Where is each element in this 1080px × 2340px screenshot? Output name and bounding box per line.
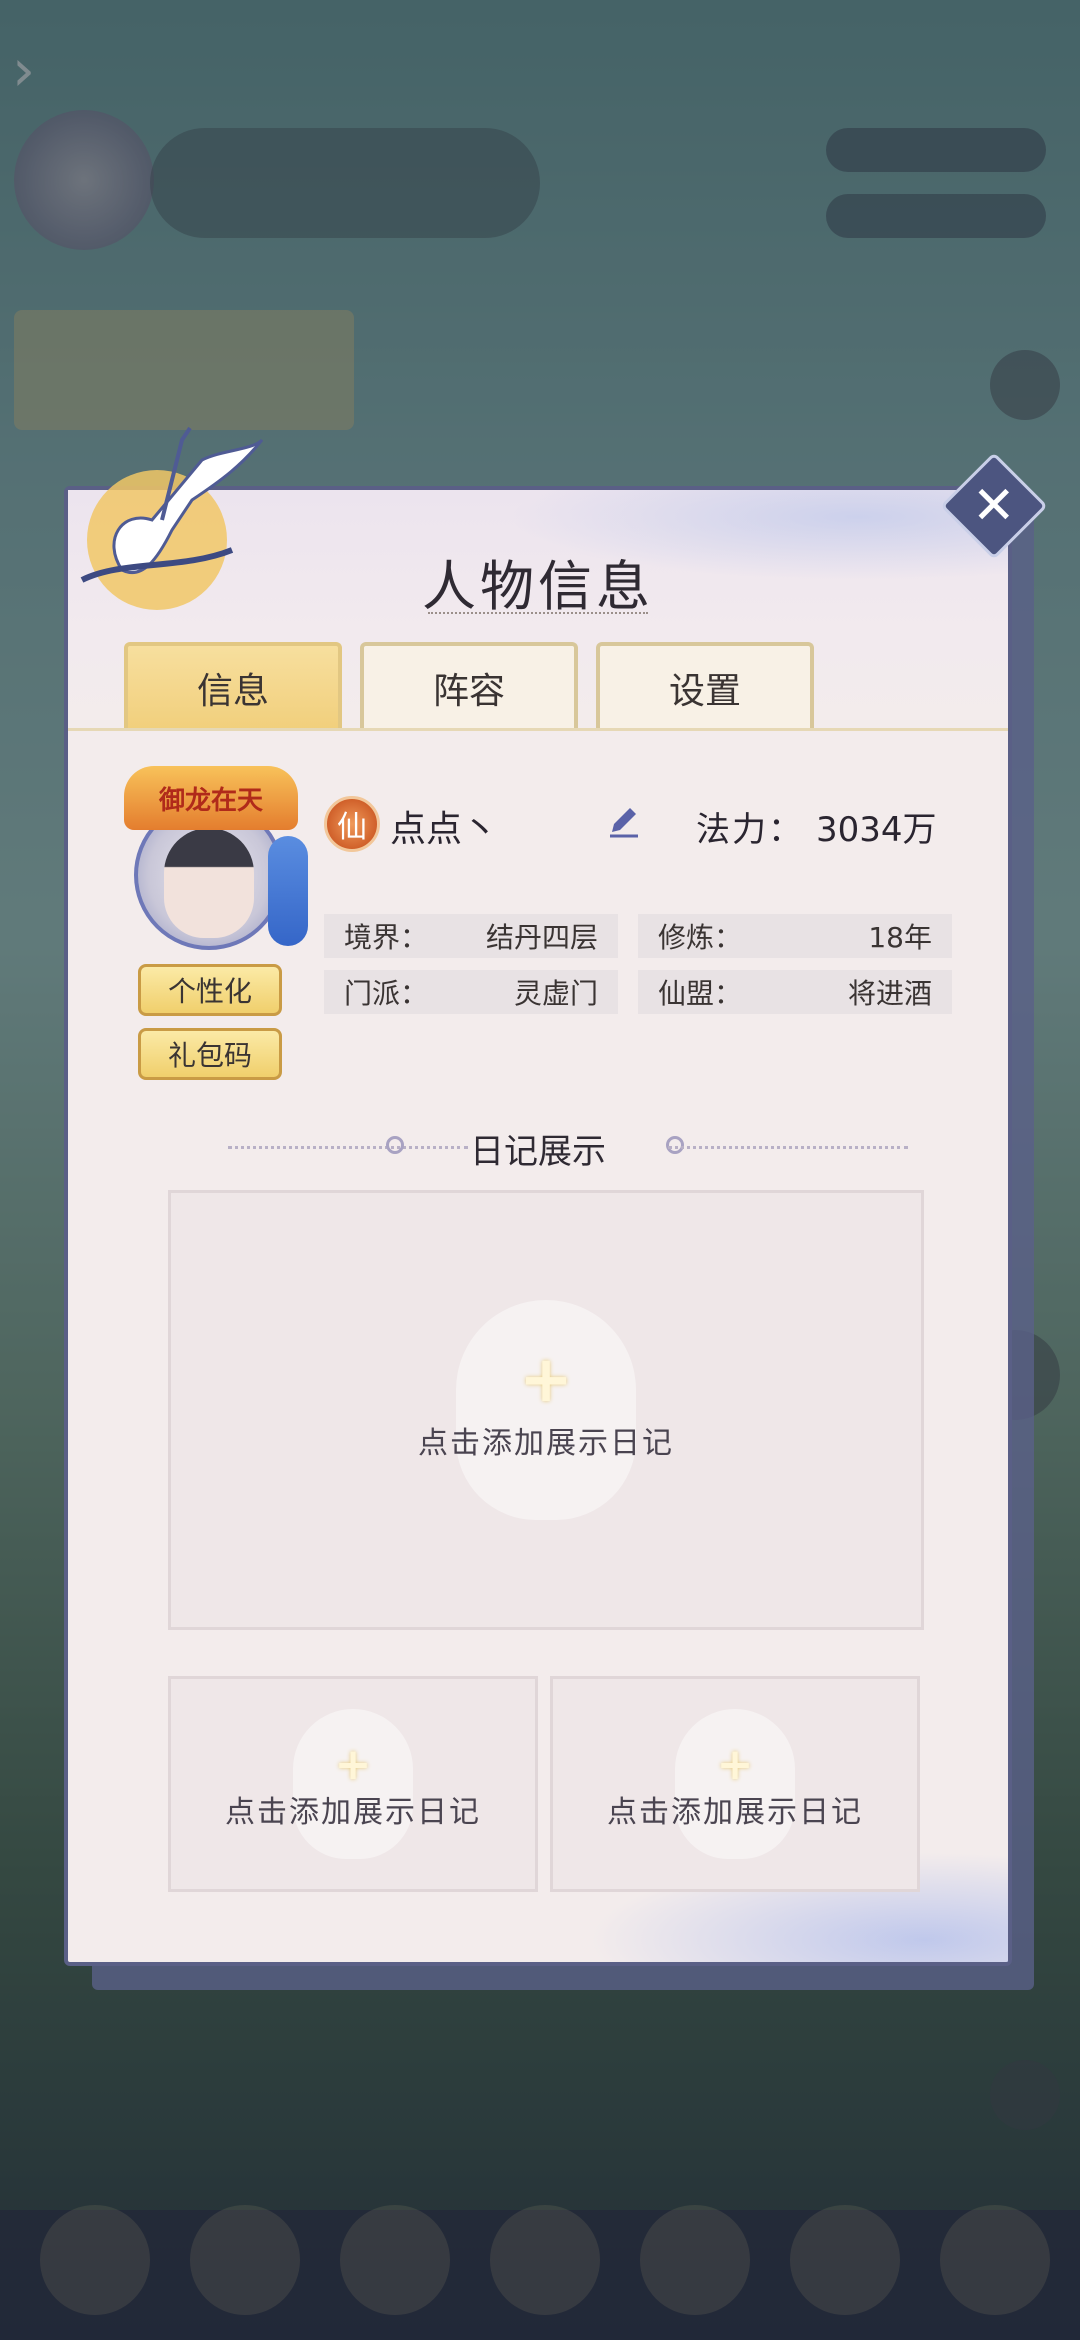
cultivation-value: 18年	[868, 921, 932, 954]
power-value: 3034万	[816, 810, 937, 850]
diary-slot-text: 点击添加展示日记	[225, 1795, 481, 1830]
immortal-class-badge: 仙	[324, 796, 380, 852]
close-icon: ✕	[972, 475, 1016, 536]
gift-code-button[interactable]: 礼包码	[138, 1028, 282, 1080]
alliance-label: 仙盟：	[658, 977, 743, 1010]
diary-slot-text: 点击添加展示日记	[607, 1795, 863, 1830]
personalize-button[interactable]: 个性化	[138, 964, 282, 1016]
power-label: 法力：	[696, 810, 804, 850]
tab-divider	[68, 728, 1008, 731]
cultivation-label: 修炼：	[658, 921, 743, 954]
realm-label: 境界：	[344, 921, 429, 954]
diary-slot-text: 点击添加展示日记	[418, 1426, 674, 1461]
alliance-value: 将进酒	[847, 977, 932, 1010]
character-info-panel: 人物信息 信息 阵容 设置 御龙在天 个性化 礼包码 仙 点点丶 法力： 303…	[64, 426, 1012, 1966]
sect-label: 门派：	[344, 977, 429, 1010]
section-divider-dot	[666, 1136, 684, 1154]
alliance-cell: 仙盟： 将进酒	[638, 970, 952, 1014]
sect-cell: 门派： 灵虚门	[324, 970, 618, 1014]
pencil-icon[interactable]	[604, 802, 644, 842]
panel-title: 人物信息	[422, 555, 654, 618]
feather-decoration	[268, 836, 308, 946]
section-divider	[668, 1146, 908, 1149]
avatar[interactable]: 御龙在天	[124, 766, 308, 950]
plus-icon: +	[519, 1343, 573, 1417]
diary-slot-main[interactable]: + 点击添加展示日记	[168, 1190, 924, 1630]
plus-icon: +	[716, 1738, 754, 1790]
sect-value: 灵虚门	[513, 977, 598, 1010]
realm-cell: 境界： 结丹四层	[324, 914, 618, 958]
avatar-frame-crest: 御龙在天	[124, 766, 298, 830]
tab-settings[interactable]: 设置	[596, 642, 814, 730]
plus-icon: +	[334, 1738, 372, 1790]
title-underline	[428, 612, 648, 620]
player-name: 点点丶	[390, 809, 499, 850]
tab-info[interactable]: 信息	[124, 642, 342, 730]
tab-lineup[interactable]: 阵容	[360, 642, 578, 730]
realm-value: 结丹四层	[485, 921, 598, 954]
diary-slot-right[interactable]: + 点击添加展示日记	[550, 1676, 920, 1892]
avatar-portrait	[164, 828, 254, 938]
cultivation-cell: 修炼： 18年	[638, 914, 952, 958]
diary-slot-left[interactable]: + 点击添加展示日记	[168, 1676, 538, 1892]
